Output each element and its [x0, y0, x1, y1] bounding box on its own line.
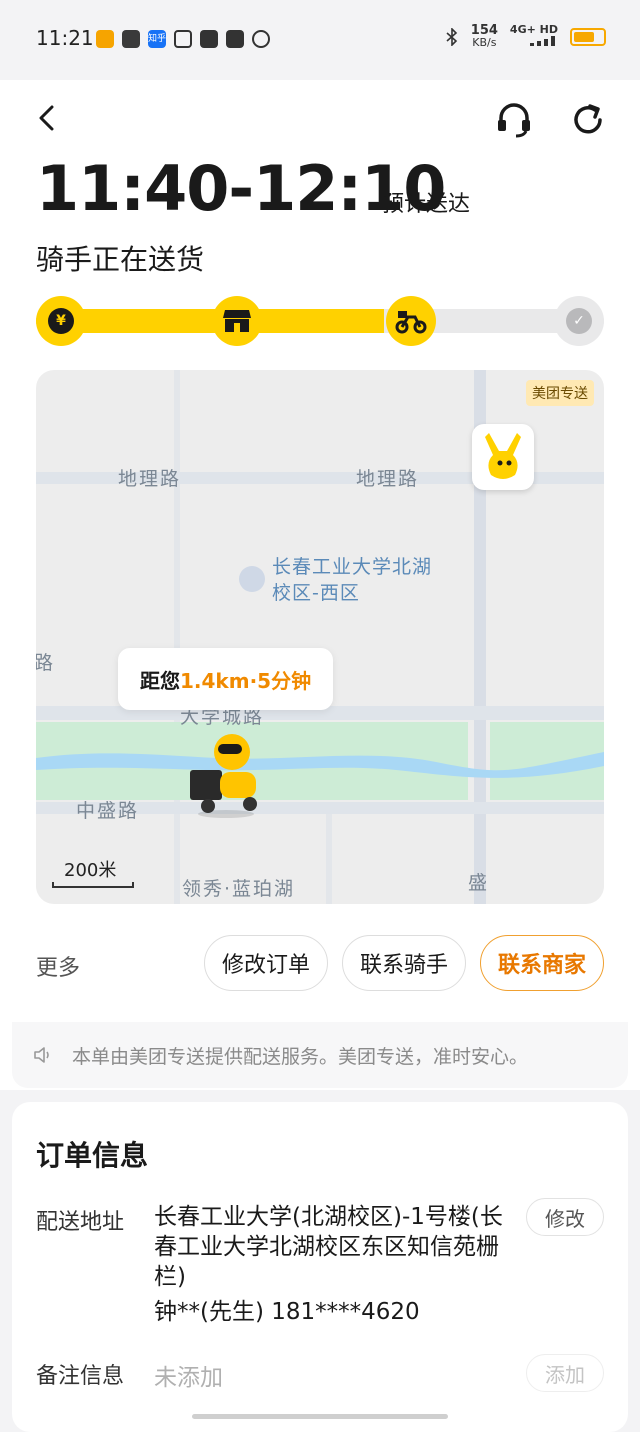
road-label: 盛 [468, 872, 490, 894]
delivered-check-icon: ✓ [566, 308, 592, 334]
telegram-icon [226, 30, 244, 48]
delivery-map[interactable]: 地理路 地理路 大学城路 中盛路 领秀·蓝珀湖 盛 路 美团专送 长春工业大学北… [36, 370, 604, 904]
rider-icon [395, 311, 427, 334]
home-indicator[interactable] [192, 1414, 448, 1419]
map-road [174, 370, 180, 904]
zhihu-icon: 知乎 [148, 30, 166, 48]
road-label: 路 [36, 652, 56, 674]
progress-step-paid: ¥ [36, 296, 86, 346]
progress-step-delivered: ✓ [554, 296, 604, 346]
road-label: 地理路 [118, 468, 182, 490]
bluetooth-icon [446, 27, 457, 46]
rider-location-icon[interactable] [186, 730, 266, 820]
mail-icon [200, 30, 218, 48]
notice-text: 本单由美团专送提供配送服务。美团专送，准时安心。 [72, 1045, 529, 1068]
distance-value: 1.4km·5分钟 [180, 668, 312, 693]
status-time: 11:21 [36, 26, 94, 50]
refresh-icon[interactable] [568, 100, 608, 140]
progress-fill [36, 309, 384, 333]
meituan-icon [96, 30, 114, 48]
more-link[interactable]: 更多 [36, 950, 80, 982]
add-note-button[interactable]: 添加 [526, 1354, 604, 1392]
mascot-icon [485, 433, 521, 479]
map-river [36, 752, 604, 778]
note-value: 未添加 [154, 1365, 223, 1391]
recipient-contact: 钟**(先生) 181****4620 [154, 1299, 420, 1325]
delivery-progress: ¥ ✓ [36, 296, 604, 346]
road-label: 中盛路 [76, 800, 140, 822]
contact-rider-button[interactable]: 联系骑手 [342, 935, 466, 991]
order-info-title: 订单信息 [36, 1139, 149, 1172]
modify-address-button[interactable]: 修改 [526, 1198, 604, 1236]
link-icon [122, 30, 140, 48]
eta-label: 预计送达 [382, 192, 471, 217]
brand-tag: 美团专送 [526, 380, 594, 406]
road-label: 领秀·蓝珀湖 [182, 878, 296, 900]
destination-pin[interactable] [472, 424, 534, 490]
battery-icon [570, 27, 606, 46]
delivery-status: 骑手正在送货 [36, 243, 205, 276]
headset-icon[interactable] [494, 100, 534, 140]
distance-bubble: 距您 1.4km·5分钟 [118, 648, 334, 710]
map-scale: 200米 [52, 856, 134, 888]
delivery-address: 长春工业大学(北湖校区)-1号楼(长春工业大学北湖校区东区知信苑栅栏) [154, 1204, 503, 1290]
doc-icon [174, 30, 192, 48]
signal-indicator: 4G+ HD [510, 24, 558, 49]
status-bar: 11:21 知乎 154 KB/s 4G+ HD [0, 0, 640, 80]
progress-step-rider [386, 296, 436, 346]
address-label: 配送地址 [36, 1210, 125, 1235]
store-icon [223, 310, 251, 332]
network-speed: 154 KB/s [470, 22, 498, 49]
campus-icon [239, 566, 265, 592]
map-road [326, 814, 332, 904]
modify-order-button[interactable]: 修改订单 [204, 935, 328, 991]
signal-bars-icon [530, 36, 555, 46]
status-app-icons: 知乎 [96, 30, 270, 48]
contact-merchant-button[interactable]: 联系商家 [480, 935, 604, 991]
campus-name: 长春工业大学北湖 校区-西区 [272, 556, 433, 604]
back-arrow-icon[interactable] [34, 104, 62, 132]
browser-icon [252, 30, 270, 48]
speaker-icon [34, 1047, 49, 1063]
order-paid-icon: ¥ [48, 308, 74, 334]
order-info-card: 订单信息 配送地址 长春工业大学(北湖校区)-1号楼(长春工业大学北湖校区东区知… [12, 1102, 628, 1432]
service-notice: 本单由美团专送提供配送服务。美团专送，准时安心。 [12, 1022, 628, 1088]
distance-prefix: 距您 [140, 668, 180, 693]
progress-step-store [212, 296, 262, 346]
road-label: 地理路 [356, 468, 420, 490]
note-label: 备注信息 [36, 1364, 125, 1389]
